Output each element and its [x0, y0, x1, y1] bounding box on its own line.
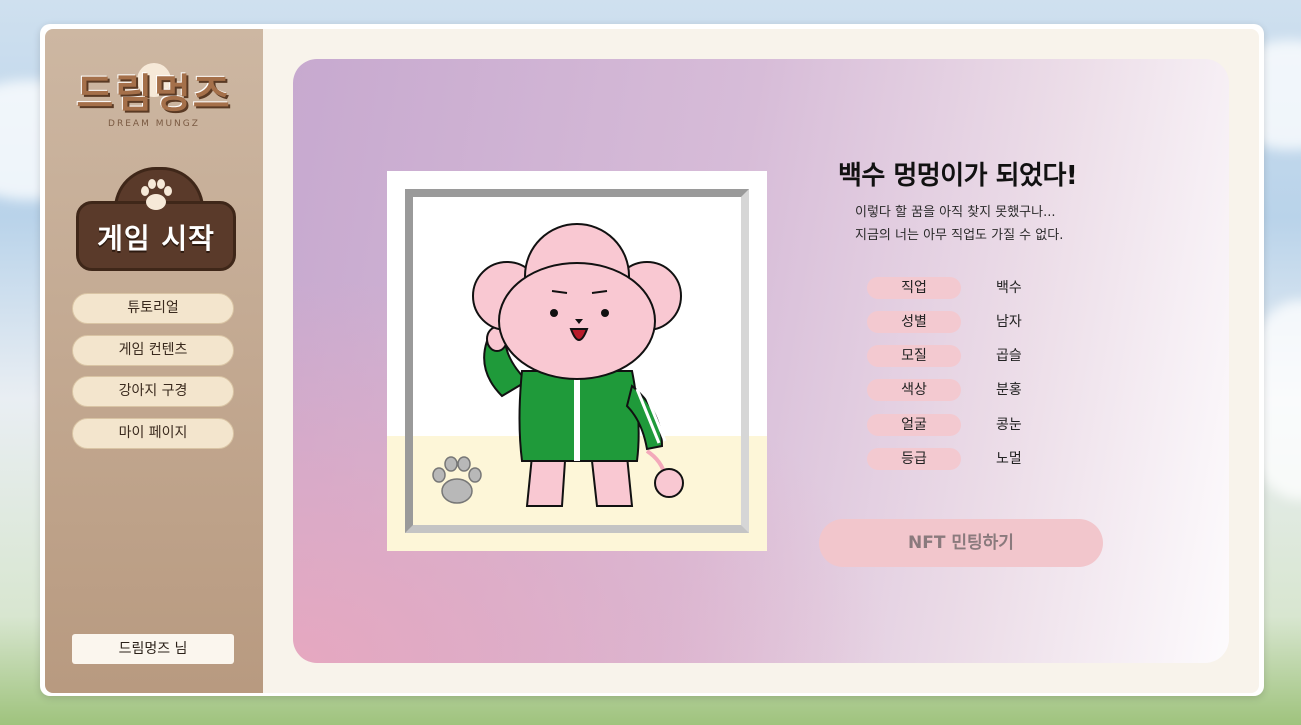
nav-my-page-button[interactable]: 마이 페이지: [72, 418, 234, 449]
logo-subtitle: DREAM MUNGZ: [108, 119, 200, 129]
result-description-line: 이렇다 할 꿈을 아직 찾지 못했구나...: [855, 205, 1056, 220]
logo-text: 드림멍즈: [76, 71, 232, 117]
stat-label: 모질: [867, 345, 961, 367]
nav-tutorial-button[interactable]: 튜토리얼: [72, 293, 234, 324]
nav-game-contents-button[interactable]: 게임 컨텐츠: [72, 335, 234, 366]
result-description-line: 지금의 너는 아무 직업도 가질 수 없다.: [855, 228, 1064, 243]
logo[interactable]: 드림멍즈 DREAM MUNGZ: [59, 53, 249, 133]
stat-label: 성별: [867, 311, 961, 333]
stat-value: 콩눈: [996, 417, 1022, 433]
stat-label: 얼굴: [867, 414, 961, 436]
sidebar: 드림멍즈 DREAM MUNGZ 게임 시작 튜토리얼 게임 컨텐츠 강아지 구…: [45, 29, 263, 693]
stat-value: 노멀: [996, 451, 1022, 467]
stat-label: 색상: [867, 379, 961, 401]
paw-icon: [432, 456, 482, 504]
stat-value: 백수: [996, 280, 1022, 296]
game-start-button[interactable]: 게임 시작: [76, 163, 236, 271]
stat-label: 등급: [867, 448, 961, 470]
app-window: 드림멍즈 DREAM MUNGZ 게임 시작 튜토리얼 게임 컨텐츠 강아지 구…: [40, 24, 1264, 696]
stat-value: 분홍: [996, 382, 1022, 398]
result-title: 백수 멍멍이가 되었다!: [838, 161, 1078, 191]
nft-minting-button[interactable]: NFT 민팅하기: [819, 519, 1103, 567]
dog-card: [387, 171, 767, 551]
nav-dog-gallery-button[interactable]: 강아지 구경: [72, 376, 234, 407]
stat-label: 직업: [867, 277, 961, 299]
paw-icon: [141, 179, 172, 210]
game-start-label: 게임 시작: [97, 222, 215, 255]
stat-value: 남자: [996, 314, 1022, 330]
stat-value: 곱슬: [996, 348, 1022, 364]
result-card: 백수 멍멍이가 되었다! 이렇다 할 꿈을 아직 찾지 못했구나... 지금의 …: [293, 59, 1229, 663]
user-name-box[interactable]: 드림멍즈 님: [72, 634, 234, 664]
